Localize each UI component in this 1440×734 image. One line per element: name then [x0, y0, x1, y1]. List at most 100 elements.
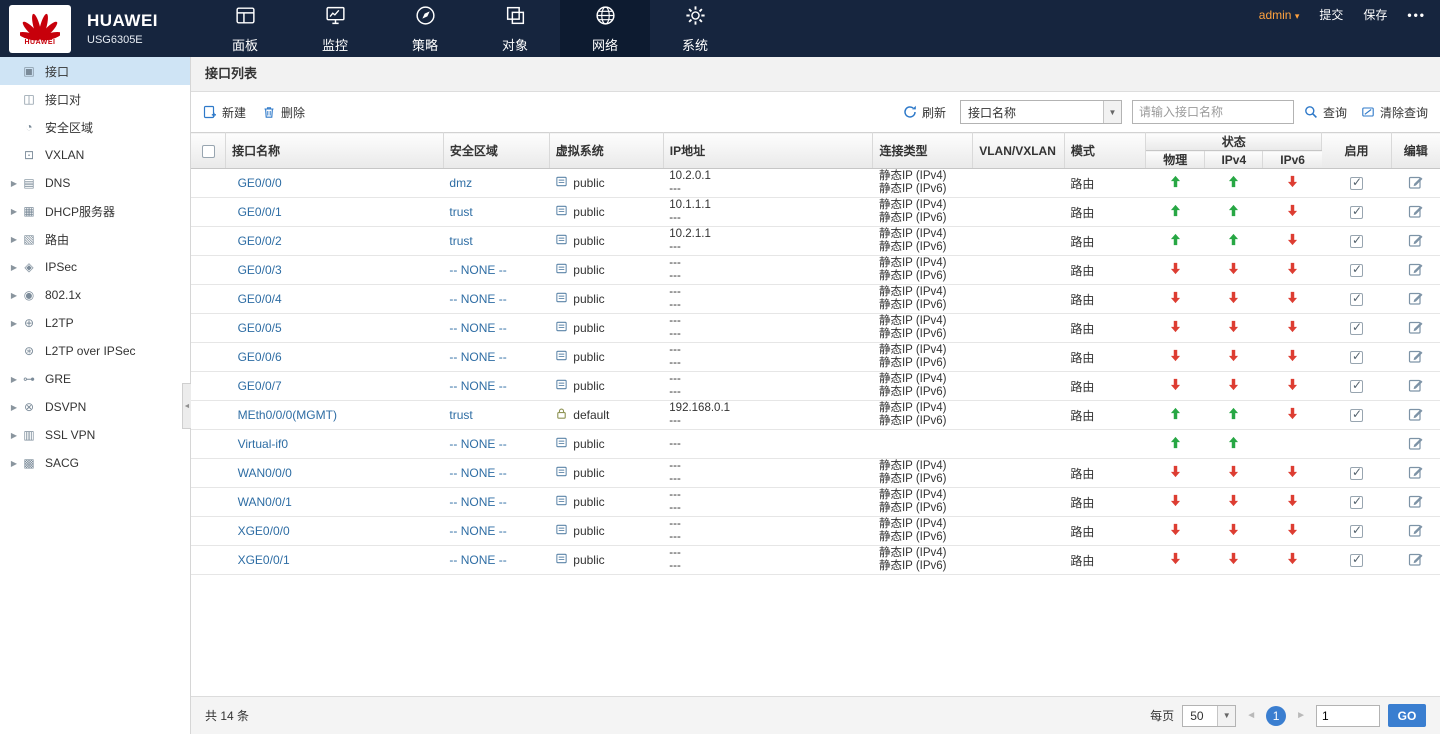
- sidebar-collapse-handle[interactable]: ◄: [182, 383, 191, 429]
- interface-name-link[interactable]: WAN0/0/0: [238, 466, 292, 480]
- interface-name-link[interactable]: XGE0/0/0: [238, 524, 290, 538]
- interface-name-link[interactable]: GE0/0/5: [238, 321, 282, 335]
- expand-arrow-icon[interactable]: ▶: [7, 459, 21, 468]
- col-header-vlan-vxlan[interactable]: VLAN/VXLAN: [973, 133, 1065, 169]
- edit-button[interactable]: [1408, 203, 1424, 219]
- security-zone-link[interactable]: trust: [449, 408, 472, 422]
- edit-button[interactable]: [1408, 551, 1424, 567]
- expand-arrow-icon[interactable]: ▶: [7, 207, 21, 216]
- sidebar-item-ipsec[interactable]: ▶◈IPSec: [0, 253, 190, 281]
- security-zone-link[interactable]: dmz: [449, 176, 472, 190]
- goto-page-input[interactable]: [1316, 705, 1380, 727]
- interface-name-link[interactable]: WAN0/0/1: [238, 495, 292, 509]
- nav-tab-monitor[interactable]: 监控: [290, 0, 380, 57]
- go-button[interactable]: GO: [1388, 704, 1426, 727]
- enable-checkbox[interactable]: [1350, 322, 1363, 335]
- edit-button[interactable]: [1408, 319, 1424, 335]
- nav-tab-system[interactable]: 系统: [650, 0, 740, 57]
- edit-button[interactable]: [1408, 377, 1424, 393]
- interface-name-link[interactable]: GE0/0/4: [238, 292, 282, 306]
- nav-tab-network[interactable]: 网络: [560, 0, 650, 57]
- interface-name-link[interactable]: GE0/0/7: [238, 379, 282, 393]
- interface-name-link[interactable]: XGE0/0/1: [238, 553, 290, 567]
- delete-button[interactable]: 删除: [262, 104, 305, 121]
- sidebar-item-route[interactable]: ▶▧路由: [0, 225, 190, 253]
- edit-button[interactable]: [1408, 406, 1424, 422]
- current-page-button[interactable]: 1: [1266, 706, 1286, 726]
- edit-button[interactable]: [1408, 348, 1424, 364]
- sidebar-item-interface[interactable]: ▣接口: [0, 57, 190, 85]
- enable-checkbox[interactable]: [1350, 467, 1363, 480]
- expand-arrow-icon[interactable]: ▶: [7, 319, 21, 328]
- edit-button[interactable]: [1408, 464, 1424, 480]
- sidebar-item-ssl-vpn[interactable]: ▶▥SSL VPN: [0, 421, 190, 449]
- col-header-mode[interactable]: 模式: [1064, 133, 1145, 169]
- search-input[interactable]: [1132, 100, 1294, 124]
- enable-checkbox[interactable]: [1350, 206, 1363, 219]
- sidebar-item-l2tp-over-ipsec[interactable]: ⊛L2TP over IPSec: [0, 337, 190, 365]
- edit-button[interactable]: [1408, 435, 1424, 451]
- enable-checkbox[interactable]: [1350, 293, 1363, 306]
- col-header-ipv4[interactable]: IPv4: [1205, 151, 1263, 169]
- enable-checkbox[interactable]: [1350, 380, 1363, 393]
- interface-name-link[interactable]: MEth0/0/0(MGMT): [238, 408, 337, 422]
- expand-arrow-icon[interactable]: ▶: [7, 403, 21, 412]
- col-header-ip-address[interactable]: IP地址: [663, 133, 873, 169]
- sidebar-item-vxlan[interactable]: ⊡VXLAN: [0, 141, 190, 169]
- edit-button[interactable]: [1408, 232, 1424, 248]
- interface-name-link[interactable]: GE0/0/1: [238, 205, 282, 219]
- expand-arrow-icon[interactable]: ▶: [7, 375, 21, 384]
- more-menu-icon[interactable]: •••: [1407, 8, 1426, 22]
- expand-arrow-icon[interactable]: ▶: [7, 235, 21, 244]
- col-header-interface-name[interactable]: 接口名称: [226, 133, 444, 169]
- nav-tab-object[interactable]: 对象: [470, 0, 560, 57]
- user-menu[interactable]: admin ▾: [1259, 8, 1300, 22]
- new-button[interactable]: 新建: [203, 104, 246, 121]
- interface-name-link[interactable]: GE0/0/0: [238, 176, 282, 190]
- nav-tab-policy[interactable]: 策略: [380, 0, 470, 57]
- clear-query-button[interactable]: 清除查询: [1361, 104, 1428, 121]
- query-button[interactable]: 查询: [1304, 104, 1347, 121]
- save-button[interactable]: 保存: [1363, 6, 1387, 23]
- edit-button[interactable]: [1408, 290, 1424, 306]
- interface-name-link[interactable]: GE0/0/6: [238, 350, 282, 364]
- expand-arrow-icon[interactable]: ▶: [7, 291, 21, 300]
- select-all-checkbox[interactable]: [202, 145, 215, 158]
- interface-name-link[interactable]: Virtual-if0: [238, 437, 288, 451]
- col-header-security-zone[interactable]: 安全区域: [443, 133, 549, 169]
- enable-checkbox[interactable]: [1350, 351, 1363, 364]
- nav-tab-dashboard[interactable]: 面板: [200, 0, 290, 57]
- sidebar-item-dsvpn[interactable]: ▶⊗DSVPN: [0, 393, 190, 421]
- edit-button[interactable]: [1408, 522, 1424, 538]
- edit-button[interactable]: [1408, 174, 1424, 190]
- expand-arrow-icon[interactable]: ▶: [7, 431, 21, 440]
- per-page-select[interactable]: 50 ▼: [1182, 705, 1236, 727]
- interface-name-link[interactable]: GE0/0/2: [238, 234, 282, 248]
- enable-checkbox[interactable]: [1350, 264, 1363, 277]
- refresh-button[interactable]: 刷新: [903, 104, 946, 121]
- enable-checkbox[interactable]: [1350, 554, 1363, 567]
- sidebar-item-dns[interactable]: ▶▤DNS: [0, 169, 190, 197]
- filter-field-select[interactable]: 接口名称 ▼: [960, 100, 1122, 124]
- commit-button[interactable]: 提交: [1319, 6, 1343, 23]
- col-header-ipv6[interactable]: IPv6: [1263, 151, 1322, 169]
- sidebar-item-dot1x[interactable]: ▶◉802.1x: [0, 281, 190, 309]
- col-header-virtual-system[interactable]: 虚拟系统: [549, 133, 663, 169]
- sidebar-item-dhcp-server[interactable]: ▶▦DHCP服务器: [0, 197, 190, 225]
- edit-button[interactable]: [1408, 493, 1424, 509]
- enable-checkbox[interactable]: [1350, 525, 1363, 538]
- sidebar-item-interface-pair[interactable]: ◫接口对: [0, 85, 190, 113]
- security-zone-link[interactable]: trust: [449, 234, 472, 248]
- security-zone-link[interactable]: trust: [449, 205, 472, 219]
- enable-checkbox[interactable]: [1350, 496, 1363, 509]
- col-header-physical[interactable]: 物理: [1146, 151, 1205, 169]
- enable-checkbox[interactable]: [1350, 177, 1363, 190]
- enable-checkbox[interactable]: [1350, 409, 1363, 422]
- sidebar-item-gre[interactable]: ▶⊶GRE: [0, 365, 190, 393]
- col-header-connection-type[interactable]: 连接类型: [873, 133, 973, 169]
- enable-checkbox[interactable]: [1350, 235, 1363, 248]
- interface-name-link[interactable]: GE0/0/3: [238, 263, 282, 277]
- edit-button[interactable]: [1408, 261, 1424, 277]
- expand-arrow-icon[interactable]: ▶: [7, 179, 21, 188]
- next-page-button[interactable]: ►: [1294, 710, 1308, 721]
